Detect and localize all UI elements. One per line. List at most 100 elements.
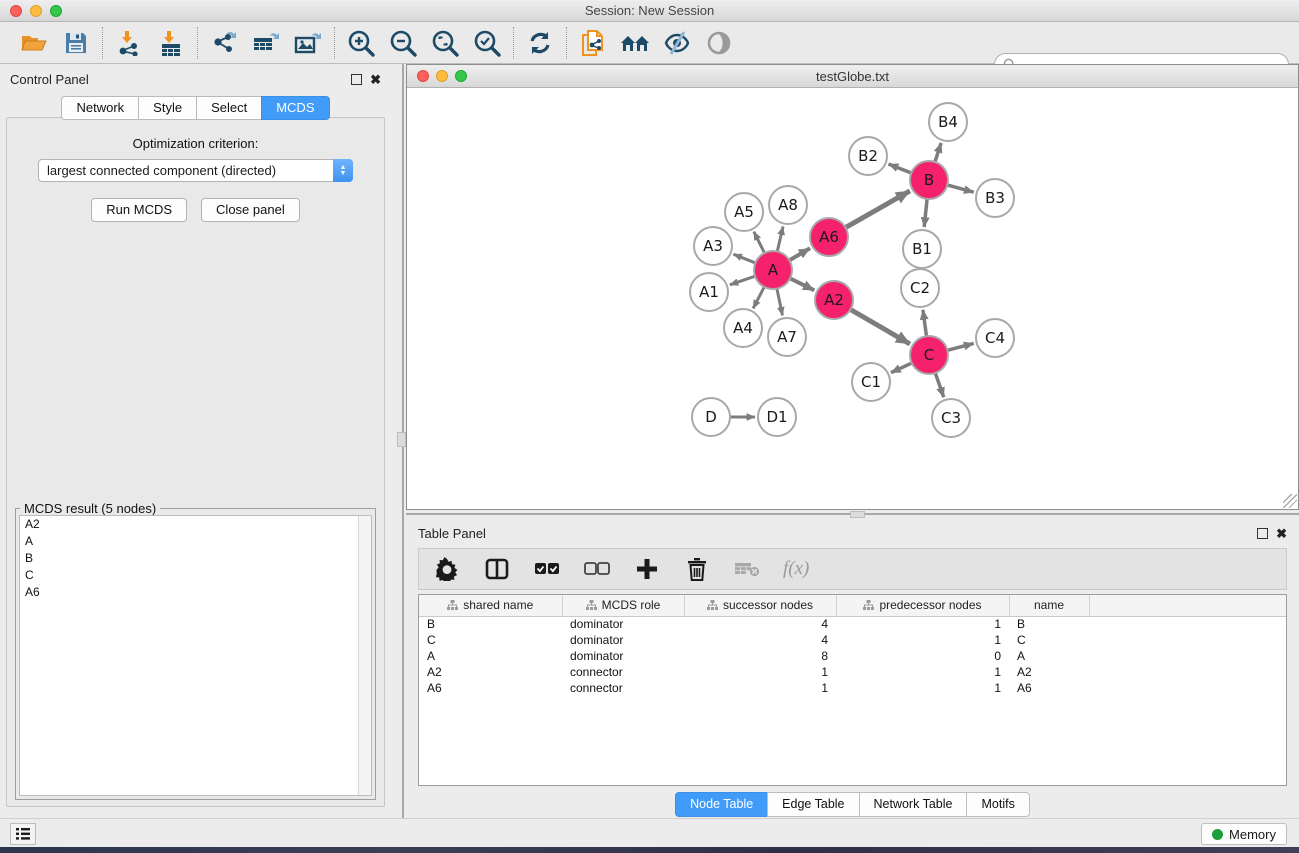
table-cell[interactable]: dominator	[562, 648, 684, 664]
zoom-window-button[interactable]	[50, 5, 62, 17]
table-row[interactable]: Adominator80A	[419, 648, 1286, 664]
graph-node-B3[interactable]: B3	[976, 179, 1014, 217]
graph-node-B1[interactable]: B1	[903, 230, 941, 268]
graph-edge-C-C4[interactable]	[945, 343, 973, 350]
show-column-panel-icon[interactable]	[483, 555, 511, 583]
table-cell[interactable]: dominator	[562, 616, 684, 632]
table-cell[interactable]: B	[419, 616, 562, 632]
unselect-all-columns-icon[interactable]	[583, 555, 611, 583]
vertical-split-divider[interactable]	[391, 64, 406, 818]
network-window-titlebar[interactable]: testGlobe.txt	[407, 65, 1298, 88]
graph-node-C4[interactable]: C4	[976, 319, 1014, 357]
graph-node-C2[interactable]: C2	[901, 269, 939, 307]
result-list-item[interactable]: A2	[20, 516, 371, 533]
close-window-button[interactable]	[10, 5, 22, 17]
graph-edge-B-B2[interactable]	[888, 164, 913, 174]
table-cell[interactable]: connector	[562, 680, 684, 696]
graph-node-C3[interactable]: C3	[932, 399, 970, 437]
graph-edge-A-A8[interactable]	[777, 226, 783, 253]
table-cell[interactable]: A6	[1009, 680, 1089, 696]
minimize-window-button[interactable]	[30, 5, 42, 17]
result-list-item[interactable]: B	[20, 550, 371, 567]
graph-edge-C-C2[interactable]	[923, 310, 927, 338]
table-cell[interactable]: 4	[684, 632, 836, 648]
float-table-panel-icon[interactable]	[1257, 528, 1268, 539]
table-cell[interactable]: A2	[1009, 664, 1089, 680]
zoom-in-button[interactable]	[345, 27, 377, 59]
export-network-button[interactable]	[208, 27, 240, 59]
zoom-fit-button[interactable]	[429, 27, 461, 59]
network-zoom-button[interactable]	[455, 70, 467, 82]
graph-node-C1[interactable]: C1	[852, 363, 890, 401]
graph-node-A6[interactable]: A6	[810, 218, 848, 256]
graph-node-A7[interactable]: A7	[768, 318, 806, 356]
table-cell[interactable]: A2	[419, 664, 562, 680]
tab-select[interactable]: Select	[196, 96, 261, 120]
tab-node-table[interactable]: Node Table	[675, 792, 767, 817]
tab-network-table[interactable]: Network Table	[859, 792, 967, 817]
delete-column-trash-icon[interactable]	[683, 555, 711, 583]
float-panel-icon[interactable]	[351, 74, 362, 85]
graph-edge-A-A1[interactable]	[730, 276, 757, 285]
network-close-button[interactable]	[417, 70, 429, 82]
memory-button[interactable]: Memory	[1201, 823, 1287, 845]
result-list-scrollbar[interactable]	[358, 516, 371, 795]
tab-style[interactable]: Style	[138, 96, 196, 120]
table-cell[interactable]: 8	[684, 648, 836, 664]
table-cell[interactable]: 1	[836, 632, 1009, 648]
table-cell[interactable]: B	[1009, 616, 1089, 632]
graph-edge-A6-B[interactable]	[844, 191, 910, 229]
criterion-select[interactable]: largest connected component (directed) ▲…	[38, 159, 353, 182]
table-cell[interactable]: C	[419, 632, 562, 648]
tab-edge-table[interactable]: Edge Table	[767, 792, 858, 817]
home-networks-button[interactable]	[619, 27, 651, 59]
create-column-plus-icon[interactable]	[633, 555, 661, 583]
graph-edge-A-A6[interactable]	[788, 248, 810, 261]
column-header-MCDS-role[interactable]: MCDS role	[562, 595, 684, 616]
graph-node-C[interactable]: C	[910, 336, 948, 374]
horizontal-split-divider[interactable]	[406, 510, 1299, 520]
tab-mcds[interactable]: MCDS	[261, 96, 329, 120]
birds-eye-view-button[interactable]	[703, 27, 735, 59]
close-table-panel-icon[interactable]: ✖	[1276, 527, 1287, 540]
graph-node-A3[interactable]: A3	[694, 227, 732, 265]
graph-edge-C-C3[interactable]	[935, 371, 944, 397]
duplicate-network-button[interactable]	[577, 27, 609, 59]
table-cell[interactable]: C	[1009, 632, 1089, 648]
table-cell[interactable]: A	[419, 648, 562, 664]
graph-node-B[interactable]: B	[910, 161, 948, 199]
export-image-button[interactable]	[292, 27, 324, 59]
table-cell[interactable]: 1	[836, 664, 1009, 680]
graph-edge-B-B4[interactable]	[934, 143, 941, 164]
table-cell[interactable]: dominator	[562, 632, 684, 648]
graph-edge-A-A3[interactable]	[733, 254, 757, 264]
graph-edge-C-C1[interactable]	[891, 362, 914, 373]
graph-edge-B-B3[interactable]	[945, 184, 973, 192]
graphics-details-button[interactable]	[661, 27, 693, 59]
run-mcds-button[interactable]: Run MCDS	[91, 198, 187, 222]
graph-node-D1[interactable]: D1	[758, 398, 796, 436]
column-header-name[interactable]: name	[1009, 595, 1089, 616]
task-history-button[interactable]	[10, 823, 36, 845]
close-panel-button[interactable]: Close panel	[201, 198, 300, 222]
horizontal-split-handle[interactable]	[850, 511, 865, 518]
open-session-button[interactable]	[18, 27, 50, 59]
graph-node-A8[interactable]: A8	[769, 186, 807, 224]
zoom-out-button[interactable]	[387, 27, 419, 59]
table-cell[interactable]: 4	[684, 616, 836, 632]
select-all-columns-icon[interactable]	[533, 555, 561, 583]
table-cell[interactable]: 1	[836, 680, 1009, 696]
column-header-shared-name[interactable]: shared name	[419, 595, 562, 616]
table-row[interactable]: Bdominator41B	[419, 616, 1286, 632]
graph-node-A1[interactable]: A1	[690, 273, 728, 311]
graph-node-D[interactable]: D	[692, 398, 730, 436]
import-table-button[interactable]	[155, 27, 187, 59]
table-row[interactable]: Cdominator41C	[419, 632, 1286, 648]
zoom-selected-button[interactable]	[471, 27, 503, 59]
graph-node-A[interactable]: A	[754, 251, 792, 289]
column-header-predecessor-nodes[interactable]: predecessor nodes	[836, 595, 1009, 616]
graph-node-B4[interactable]: B4	[929, 103, 967, 141]
graph-edge-B-B1[interactable]	[924, 197, 927, 227]
tab-network[interactable]: Network	[61, 96, 138, 120]
refresh-button[interactable]	[524, 27, 556, 59]
